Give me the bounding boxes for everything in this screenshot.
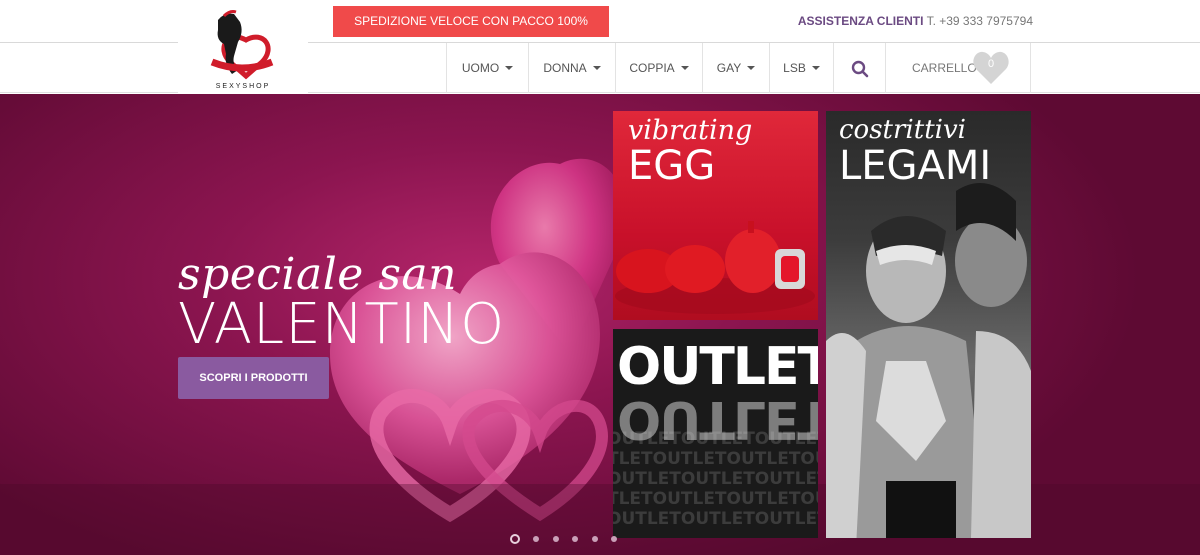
slider-pagination (510, 530, 626, 544)
customer-support[interactable]: ASSISTENZA CLIENTI T. +39 333 7975794 (798, 14, 1033, 28)
svg-text:SEXYSHOP: SEXYSHOP (216, 83, 271, 90)
chevron-down-icon (505, 66, 514, 70)
nav-label: COPPIA (629, 61, 675, 75)
shipping-banner: SPEDIZIONE VELOCE CON PACCO 100% ANONIMO (333, 6, 609, 59)
chevron-down-icon (811, 66, 820, 70)
slide-dot[interactable] (510, 533, 520, 544)
outlet-reflection: OUTLET (617, 389, 818, 449)
nav-label: LSB (783, 61, 806, 75)
site-logo[interactable]: SEXYSHOP (178, 0, 308, 94)
legami-script-title: costrittivi (839, 115, 966, 145)
nav-item-gay[interactable]: GAY (702, 43, 769, 93)
cart-label: CARRELLO (912, 61, 977, 75)
search-button[interactable] (833, 43, 885, 93)
discover-products-button[interactable]: SCOPRI I PRODOTTI (178, 357, 329, 399)
slide-dot[interactable] (533, 535, 540, 542)
promo-tile-legami[interactable]: costrittivi LEGAMI (826, 111, 1031, 538)
logo-icon: SEXYSHOP (210, 10, 274, 90)
slide-dot[interactable] (611, 535, 618, 542)
slide-dot[interactable] (572, 535, 579, 542)
chevron-down-icon (747, 66, 756, 70)
cart-button[interactable]: CARRELLO 0 (885, 43, 1031, 93)
hero-slider: speciale san VALENTINO SCOPRI I PRODOTTI… (0, 94, 1200, 555)
nav-label: GAY (716, 61, 742, 75)
hero-main-title: VALENTINO (178, 292, 506, 357)
nav-label: DONNA (543, 61, 587, 75)
nav-item-donna[interactable]: DONNA (528, 43, 615, 93)
legami-title: LEGAMI (839, 143, 992, 189)
egg-title: EGG (628, 143, 716, 189)
slide-dot[interactable] (552, 535, 559, 542)
support-label: ASSISTENZA CLIENTI (797, 14, 924, 28)
promo-tile-outlet[interactable]: OUTLETOUTLETOUTLETOUTLET TLETOUTLETOUTLE… (613, 329, 818, 538)
support-phone[interactable]: T. +39 333 7975794 (927, 14, 1033, 28)
chevron-down-icon (592, 66, 601, 70)
cart-count: 0 (987, 58, 995, 70)
nav-item-coppia[interactable]: COPPIA (615, 43, 702, 93)
nav-item-uomo[interactable]: UOMO (446, 43, 528, 93)
egg-script-title: vibrating (628, 115, 753, 146)
search-icon (851, 60, 868, 78)
promo-tile-vibrating-egg[interactable]: vibrating EGG (613, 111, 818, 320)
nav-label: UOMO (461, 61, 500, 75)
nav-item-lsb[interactable]: LSB (769, 43, 833, 93)
slide-dot[interactable] (591, 535, 598, 542)
chevron-down-icon (680, 66, 689, 70)
outlet-title: OUTLET (617, 337, 818, 397)
